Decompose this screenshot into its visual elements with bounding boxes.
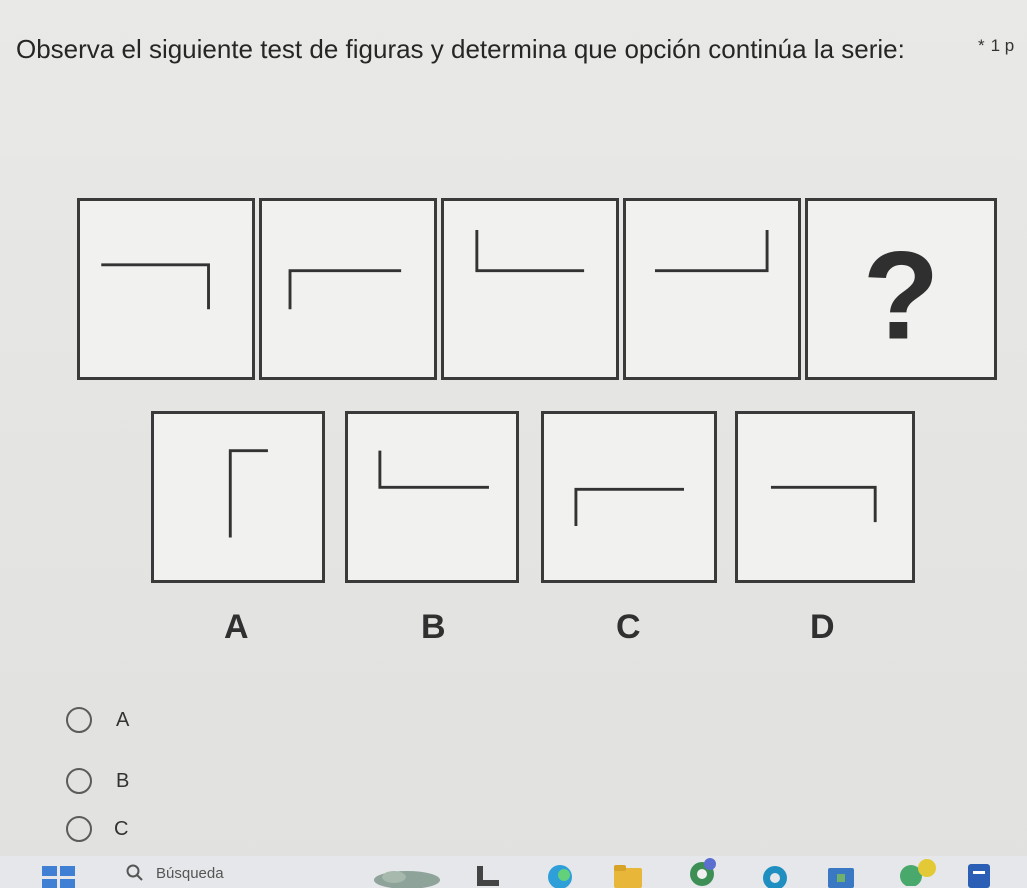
corner-shape xyxy=(288,269,402,310)
sequence-panel-3 xyxy=(441,198,619,380)
store-icon[interactable] xyxy=(760,862,790,888)
corner-shape xyxy=(228,449,268,538)
taskbar: Búsqueda xyxy=(0,856,1027,888)
corner-shape xyxy=(378,450,489,489)
choice-label-b: B xyxy=(116,769,130,792)
corner-shape xyxy=(770,485,877,523)
figure-letter-b: B xyxy=(421,608,446,646)
figure-letter-d: D xyxy=(810,608,835,646)
corner-shape xyxy=(654,230,769,273)
file-explorer-icon[interactable] xyxy=(475,862,501,888)
answer-figure-d xyxy=(735,411,915,583)
figure-letter-c: C xyxy=(616,608,641,646)
required-marker: * xyxy=(978,36,985,55)
taskbar-search[interactable]: Búsqueda xyxy=(126,864,224,882)
figure-letter-a: A xyxy=(224,608,249,646)
choice-a[interactable]: A xyxy=(66,707,129,733)
corner-shape xyxy=(475,230,585,273)
photos-icon[interactable] xyxy=(826,862,856,888)
answer-figure-b xyxy=(345,411,519,583)
corner-shape xyxy=(101,263,210,310)
chrome-icon[interactable] xyxy=(686,858,718,886)
radio-c[interactable] xyxy=(66,816,92,842)
radio-a[interactable] xyxy=(66,707,92,733)
windows-icon[interactable] xyxy=(42,866,76,888)
radio-b[interactable] xyxy=(66,768,92,794)
sticky-notes-icon[interactable] xyxy=(897,858,943,886)
points-label: 1 p xyxy=(990,36,1015,55)
sequence-panel-5: ? xyxy=(805,198,997,380)
folder-icon[interactable] xyxy=(612,862,644,888)
corner-shape xyxy=(574,487,685,526)
answer-figure-a xyxy=(151,411,325,583)
question-text: Observa el siguiente test de figuras y d… xyxy=(16,34,905,64)
choice-label-c: C xyxy=(114,818,129,840)
question-mark-icon: ? xyxy=(863,224,940,365)
answer-figure-c xyxy=(541,411,717,583)
svg-text:?: ? xyxy=(863,224,940,365)
widgets-icon[interactable] xyxy=(372,862,442,888)
sequence-panel-4 xyxy=(623,198,801,380)
choice-b[interactable]: B xyxy=(66,768,129,794)
edge-icon[interactable] xyxy=(545,862,575,888)
required-points: * 1 p xyxy=(978,36,1014,56)
search-placeholder: Búsqueda xyxy=(156,864,224,882)
sequence-panel-2 xyxy=(259,198,437,380)
sequence-panel-1 xyxy=(77,198,255,380)
word-icon[interactable] xyxy=(966,862,992,888)
choice-label-a: A xyxy=(116,708,130,731)
search-icon xyxy=(126,864,143,881)
